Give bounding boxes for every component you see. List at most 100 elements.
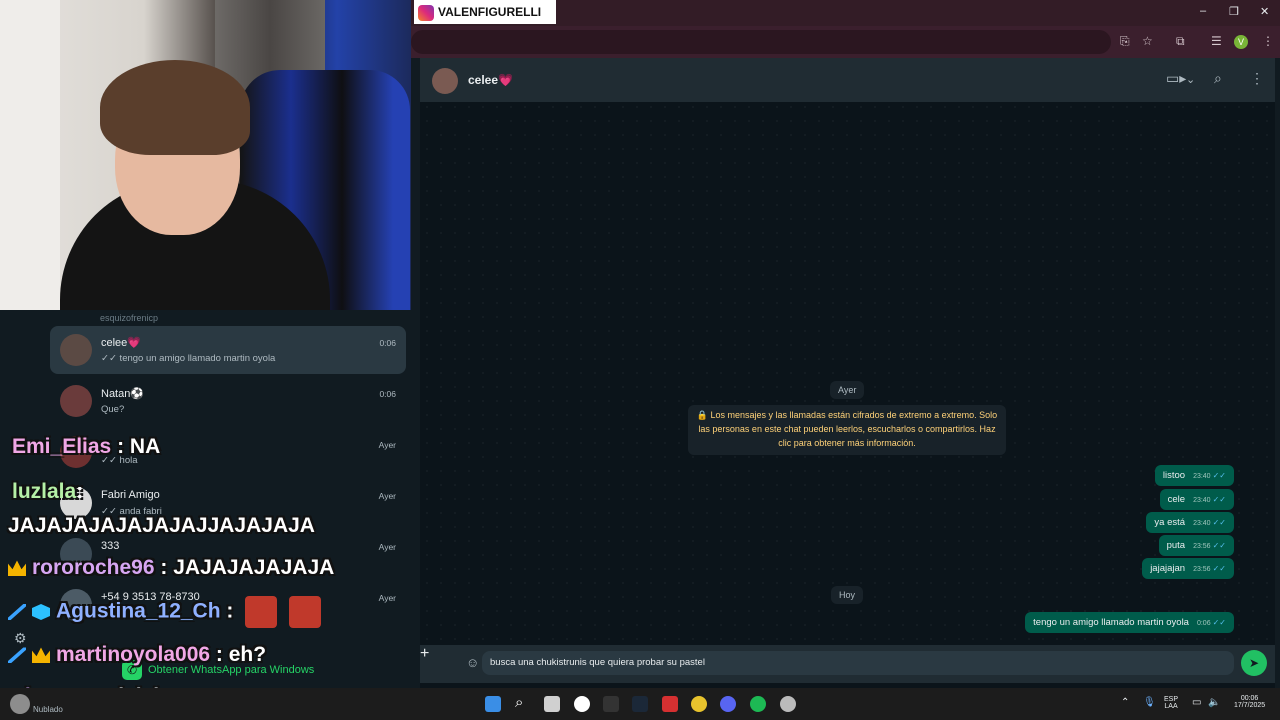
network-icon[interactable]: ▭ bbox=[1192, 697, 1201, 708]
clock-time: 00:06 bbox=[1240, 695, 1259, 702]
chat-list-item-celee[interactable]: celee💗 ✓✓ tengo un amigo llamado martin … bbox=[50, 326, 406, 374]
message-text: puta bbox=[1166, 540, 1186, 551]
date-separator: Ayer bbox=[830, 381, 865, 399]
search-taskbar-icon[interactable]: ⌕ bbox=[515, 694, 531, 711]
roblox-icon[interactable] bbox=[662, 696, 678, 712]
volume-icon[interactable]: 🔈 bbox=[1208, 697, 1220, 708]
avatar bbox=[60, 334, 92, 366]
epic-games-icon[interactable] bbox=[603, 696, 619, 712]
taskbar-clock[interactable]: 00:06 17/7/2025 bbox=[1234, 695, 1265, 709]
attach-plus-icon[interactable]: + bbox=[420, 645, 429, 663]
stream-chat-message: luzlala: bbox=[12, 480, 84, 503]
obs-icon[interactable] bbox=[574, 696, 590, 712]
sword-icon bbox=[8, 604, 26, 620]
message-time: 23:56 bbox=[1193, 566, 1211, 573]
emoji-sticker-icon[interactable]: ☺ bbox=[466, 655, 479, 670]
stream-chat-user: luzlala bbox=[12, 480, 77, 503]
message-bubble-outgoing[interactable]: listoo 23:40 ✓✓ bbox=[1154, 465, 1234, 486]
chat-list-item-time: Ayer bbox=[378, 542, 396, 552]
emote-icon bbox=[245, 596, 278, 628]
steam-icon[interactable] bbox=[632, 696, 648, 712]
install-app-icon[interactable]: ⎘ bbox=[1120, 34, 1130, 49]
contact-name[interactable]: celee💗 bbox=[468, 73, 513, 87]
message-time: 23:56 bbox=[1193, 543, 1211, 550]
settings-gear-icon[interactable]: ⚙ bbox=[14, 630, 27, 647]
send-button[interactable]: ➤ bbox=[1241, 650, 1267, 676]
double-check-icon: ✓✓ bbox=[1212, 471, 1226, 480]
stream-chat-message: Emi_Elias : NA bbox=[12, 435, 161, 458]
keyboard-language[interactable]: ESP LAA bbox=[1164, 696, 1178, 710]
extensions-icon[interactable]: ⧉ bbox=[1176, 34, 1185, 49]
microphone-icon[interactable]: 🎙 bbox=[1143, 697, 1156, 708]
message-time: 23:40 bbox=[1193, 520, 1211, 527]
reading-list-icon[interactable]: ☰ bbox=[1211, 34, 1222, 48]
chat-list-item-name: celee💗 bbox=[101, 337, 141, 349]
window-restore-button[interactable]: ❐ bbox=[1229, 5, 1239, 18]
message-bubble-outgoing[interactable]: cele 23:40 ✓✓ bbox=[1159, 489, 1234, 510]
message-bubble-outgoing[interactable]: puta 23:56 ✓✓ bbox=[1158, 535, 1234, 556]
message-bubble-outgoing[interactable]: tengo un amigo llamado martin oyola 0:06 ✓… bbox=[1025, 612, 1234, 633]
stream-chat-message-continuation: JAJAJAJAJAJAJAJJAJAJAJA bbox=[8, 514, 315, 537]
chat-list-item-time: 0:06 bbox=[379, 338, 396, 348]
language-layout: LAA bbox=[1164, 703, 1178, 710]
message-time: 0:06 bbox=[1196, 620, 1211, 627]
date-separator: Hoy bbox=[831, 586, 864, 604]
stream-chat-text: NA bbox=[129, 435, 161, 458]
steam-helper-icon[interactable] bbox=[780, 696, 796, 712]
emote-icon bbox=[289, 596, 322, 628]
diamond-icon bbox=[32, 604, 50, 620]
chat-list-partial-item: esquizofrenicp bbox=[100, 313, 159, 323]
chat-list-item-name: 333 bbox=[101, 540, 120, 552]
video-call-icon[interactable]: ▭▸ bbox=[1166, 70, 1186, 87]
avatar bbox=[60, 385, 92, 417]
more-options-icon[interactable]: ⋮ bbox=[1250, 70, 1264, 87]
chat-list-item-last-message: ✓✓ tengo un amigo llamado martin oyola bbox=[101, 353, 276, 364]
webcam-door bbox=[0, 0, 60, 310]
message-bubble-outgoing[interactable]: jajajajan 23:56 ✓✓ bbox=[1142, 558, 1234, 579]
message-bubble-outgoing[interactable]: ya está 23:40 ✓✓ bbox=[1146, 512, 1234, 533]
address-bar[interactable] bbox=[411, 30, 1111, 54]
double-check-icon: ✓✓ bbox=[1212, 618, 1226, 627]
stream-chat-user: martinoyola006 bbox=[56, 643, 211, 666]
encryption-notice[interactable]: 🔒 Los mensajes y las llamadas están cifr… bbox=[688, 405, 1006, 455]
window-minimize-button[interactable]: – bbox=[1200, 5, 1206, 17]
webcam-feed bbox=[0, 0, 411, 310]
bookmark-star-icon[interactable]: ☆ bbox=[1142, 34, 1153, 48]
chrome-icon[interactable] bbox=[691, 696, 707, 712]
stream-chat-user: Emi_Elias bbox=[12, 435, 112, 458]
stream-chat-message: rororoche96 : JAJAJAJAJAJA bbox=[8, 556, 334, 580]
message-text: tengo un amigo llamado martin oyola bbox=[1033, 617, 1189, 628]
spotify-icon[interactable] bbox=[750, 696, 766, 712]
stream-chat-text: eh? bbox=[228, 643, 267, 666]
chat-list-item-time: Ayer bbox=[378, 440, 396, 450]
search-icon[interactable]: ⌕ bbox=[1214, 70, 1222, 87]
weather-label: Nublado bbox=[33, 705, 63, 714]
crown-icon bbox=[8, 560, 26, 577]
sword-icon bbox=[8, 647, 26, 664]
contact-avatar[interactable] bbox=[432, 68, 458, 94]
stream-chat-message: Agustina_12_Ch : bbox=[8, 596, 327, 628]
chevron-down-icon[interactable]: ⌄ bbox=[1186, 73, 1195, 86]
chat-list-item-natan[interactable]: Natan⚽ Que? 0:06 bbox=[50, 377, 406, 425]
discord-icon[interactable] bbox=[720, 696, 736, 712]
stream-chat-user: Agustina_12_Ch bbox=[56, 599, 221, 623]
window-close-button[interactable]: ✕ bbox=[1260, 5, 1269, 18]
double-check-icon: ✓✓ bbox=[1212, 495, 1226, 504]
conversation-header[interactable] bbox=[420, 58, 1275, 102]
message-text: cele bbox=[1167, 494, 1186, 505]
message-time: 23:40 bbox=[1193, 497, 1211, 504]
double-check-icon: ✓✓ bbox=[1212, 564, 1226, 573]
instagram-icon bbox=[418, 4, 434, 21]
clock-date: 17/7/2025 bbox=[1234, 702, 1266, 709]
chat-list-item-time: Ayer bbox=[378, 491, 396, 501]
task-view-icon[interactable] bbox=[544, 696, 560, 712]
tray-chevron-up-icon[interactable]: ⌃ bbox=[1121, 697, 1129, 708]
browser-menu-icon[interactable]: ⋮ bbox=[1262, 34, 1274, 48]
webcam-person-hair bbox=[100, 60, 250, 155]
stream-chat-user: rororoche96 bbox=[32, 556, 155, 579]
crown-icon bbox=[32, 647, 50, 664]
profile-avatar[interactable]: V bbox=[1234, 35, 1248, 49]
weather-icon[interactable] bbox=[10, 694, 30, 714]
start-windows-icon[interactable] bbox=[485, 696, 501, 712]
instagram-stream-badge: VALENFIGURELLI bbox=[414, 0, 556, 24]
